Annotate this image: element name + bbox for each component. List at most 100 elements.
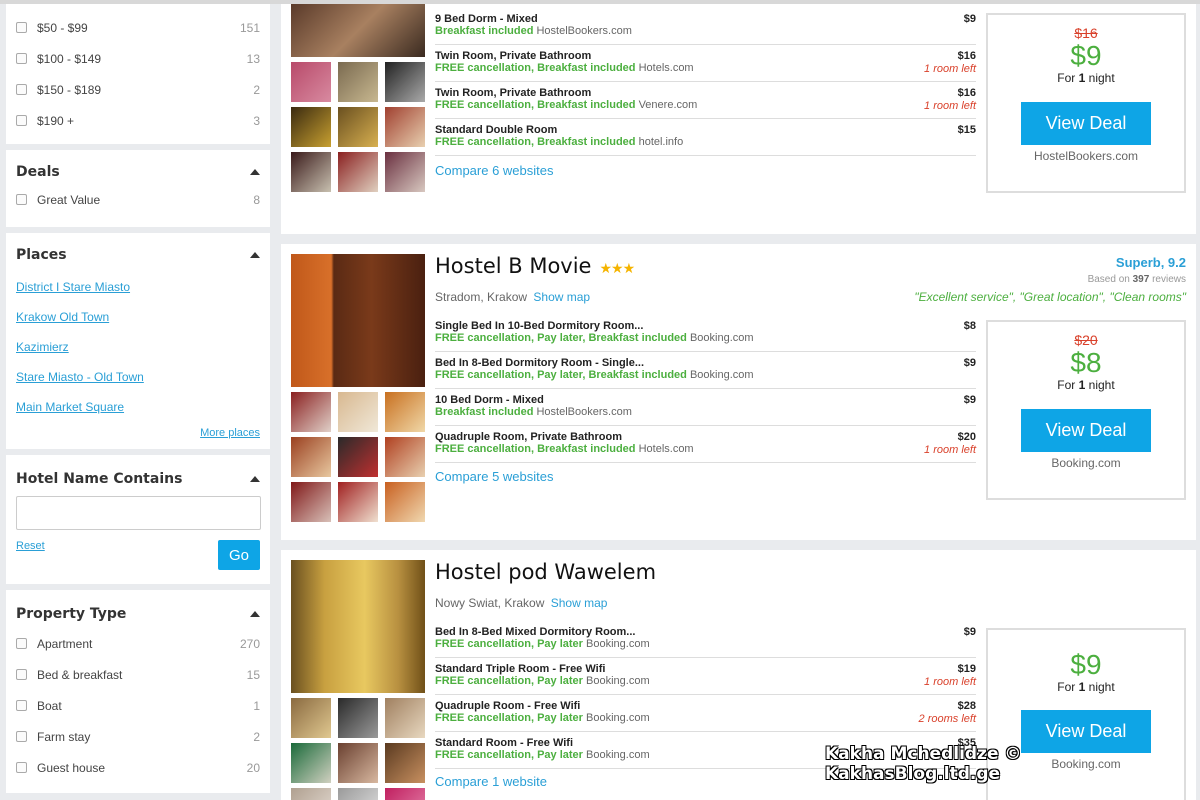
room-thumbnail[interactable] (338, 437, 378, 477)
room-offer[interactable]: 9 Bed Dorm - Mixed $9 Breakfast included H… (435, 8, 976, 45)
property-option[interactable]: Guest house 20 (16, 752, 260, 783)
room-thumbnail[interactable] (291, 482, 331, 522)
deal-box: $20 $8 For 1 night View Deal Booking.com (986, 320, 1186, 500)
room-thumbnail[interactable] (338, 482, 378, 522)
hotel-photo[interactable] (291, 560, 425, 693)
room-thumbnail[interactable] (385, 392, 425, 432)
price-option[interactable]: $100 - $149 13 (16, 43, 260, 74)
hotel-photo[interactable] (291, 4, 425, 57)
room-offer[interactable]: Twin Room, Private Bathroom $16 1 room lef… (435, 45, 976, 82)
checkbox[interactable] (16, 700, 27, 711)
property-option[interactable]: Bed & breakfast 15 (16, 659, 260, 690)
room-offer[interactable]: Twin Room, Private Bathroom $16 1 room lef… (435, 82, 976, 119)
room-list: Single Bed In 10-Bed Dormitory Room... $8… (435, 315, 976, 463)
collapse-caret-icon[interactable] (250, 476, 260, 482)
hotel-photo[interactable] (291, 254, 425, 387)
compare-websites-link[interactable]: Compare 5 websites (435, 469, 554, 484)
room-thumbnail[interactable] (385, 107, 425, 147)
room-offer[interactable]: Bed In 8-Bed Dormitory Room - Single... $… (435, 352, 976, 389)
checkbox[interactable] (16, 762, 27, 773)
price-option[interactable]: $150 - $189 2 (16, 74, 260, 105)
collapse-caret-icon[interactable] (250, 252, 260, 258)
deals-header[interactable]: Deals (16, 164, 260, 180)
deal-price: $9 (1070, 40, 1102, 71)
room-offer[interactable]: Quadruple Room - Free Wifi $28 2 rooms lef… (435, 695, 976, 732)
price-option[interactable]: $190 + 3 (16, 105, 260, 136)
review-quotes: "Excellent service", "Great location", "… (914, 290, 1186, 304)
show-map-link[interactable]: Show map (533, 290, 590, 304)
hotel-name-input[interactable] (16, 496, 261, 530)
checkbox[interactable] (16, 22, 27, 33)
room-thumbnail[interactable] (338, 152, 378, 192)
room-thumbnail[interactable] (291, 62, 331, 102)
room-thumbnail[interactable] (291, 107, 331, 147)
room-thumbnail[interactable] (291, 152, 331, 192)
room-thumbnail[interactable] (291, 743, 331, 783)
property-option[interactable]: Boat 1 (16, 690, 260, 721)
room-offer[interactable]: 10 Bed Dorm - Mixed $9 Breakfast included … (435, 389, 976, 426)
reset-link[interactable]: Reset (16, 540, 45, 552)
checkbox[interactable] (16, 84, 27, 95)
hotel-name-header[interactable]: Hotel Name Contains (16, 471, 260, 487)
room-thumbnail[interactable] (291, 698, 331, 738)
property-count: 15 (246, 667, 260, 682)
room-thumbnail[interactable] (291, 788, 331, 800)
room-thumbnail[interactable] (385, 698, 425, 738)
room-thumbnail[interactable] (385, 482, 425, 522)
room-offer[interactable]: Bed In 8-Bed Mixed Dormitory Room... $9 FR… (435, 621, 976, 658)
collapse-caret-icon[interactable] (250, 169, 260, 175)
room-thumbnail[interactable] (338, 107, 378, 147)
checkbox[interactable] (16, 115, 27, 126)
room-thumbnail[interactable] (291, 392, 331, 432)
room-thumbnail[interactable] (338, 62, 378, 102)
view-deal-button[interactable]: View Deal (1021, 102, 1151, 145)
room-perks: FREE cancellation, Breakfast included (435, 62, 636, 74)
places-header[interactable]: Places (16, 247, 260, 263)
go-button[interactable]: Go (218, 540, 260, 570)
room-thumbnail[interactable] (338, 392, 378, 432)
checkbox[interactable] (16, 638, 27, 649)
collapse-caret-icon[interactable] (250, 611, 260, 617)
room-name: Twin Room, Private Bathroom (435, 87, 592, 99)
room-thumbnail[interactable] (385, 743, 425, 783)
checkbox[interactable] (16, 731, 27, 742)
hotel-name[interactable]: Hostel B Movie ★★★ (435, 254, 635, 278)
place-link[interactable]: Main Market Square (16, 397, 260, 427)
checkbox[interactable] (16, 194, 27, 205)
view-deal-button[interactable]: View Deal (1021, 409, 1151, 452)
room-thumbnail[interactable] (385, 437, 425, 477)
rooms-left: 1 room left (924, 63, 976, 75)
room-source: Booking.com (689, 332, 754, 344)
room-thumbnail[interactable] (338, 698, 378, 738)
room-offer[interactable]: Standard Double Room $15 FREE cancellation… (435, 119, 976, 156)
property-option[interactable]: Farm stay 2 (16, 721, 260, 752)
checkbox[interactable] (16, 53, 27, 64)
place-link[interactable]: Krakow Old Town (16, 307, 260, 337)
property-label: Apartment (37, 636, 93, 651)
property-type-header[interactable]: Property Type (16, 606, 260, 622)
checkbox[interactable] (16, 669, 27, 680)
hotel-name[interactable]: Hostel pod Wawelem (435, 560, 656, 584)
review-rating[interactable]: Superb, 9.2 Based on 397 reviews (1088, 255, 1186, 285)
place-link[interactable]: Kazimierz (16, 337, 260, 367)
room-thumbnail[interactable] (338, 788, 378, 800)
deal-box: $16 $9 For 1 night View Deal HostelBooke… (986, 13, 1186, 193)
place-link[interactable]: Stare Miasto - Old Town (16, 367, 260, 397)
property-option[interactable]: Apartment 270 (16, 628, 260, 659)
room-source: HostelBookers.com (536, 25, 632, 37)
room-offer[interactable]: Single Bed In 10-Bed Dormitory Room... $8… (435, 315, 976, 352)
room-thumbnail[interactable] (291, 437, 331, 477)
room-thumbnail[interactable] (385, 152, 425, 192)
room-thumbnail[interactable] (338, 743, 378, 783)
place-link[interactable]: District I Stare Miasto (16, 277, 260, 307)
room-thumbnail[interactable] (385, 62, 425, 102)
room-offer[interactable]: Quadruple Room, Private Bathroom $20 1 roo… (435, 426, 976, 463)
price-option[interactable]: $50 - $99 151 (16, 12, 260, 43)
compare-websites-link[interactable]: Compare 6 websites (435, 163, 554, 178)
compare-websites-link[interactable]: Compare 1 website (435, 774, 547, 789)
show-map-link[interactable]: Show map (551, 596, 608, 610)
room-offer[interactable]: Standard Triple Room - Free Wifi $19 1 roo… (435, 658, 976, 695)
more-places-link[interactable]: More places (16, 427, 260, 439)
deal-option[interactable]: Great Value 8 (16, 184, 260, 215)
room-thumbnail[interactable] (385, 788, 425, 800)
